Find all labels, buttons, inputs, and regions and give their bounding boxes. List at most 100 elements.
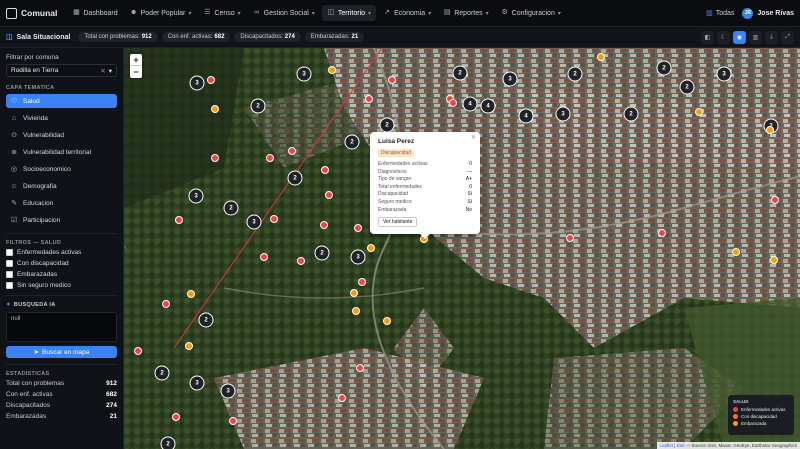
marker-enfermedad[interactable]: [365, 95, 373, 103]
marker-cluster[interactable]: 2: [656, 60, 672, 76]
filter-embarazadas[interactable]: Embarazadas: [6, 271, 117, 278]
marker-enfermedad[interactable]: [260, 253, 268, 261]
building-icon[interactable]: ▥: [749, 30, 762, 44]
marker-cluster[interactable]: 2: [287, 170, 303, 186]
marker-cluster[interactable]: 2: [154, 365, 170, 381]
marker-discapacidad[interactable]: [766, 126, 774, 134]
marker-cluster[interactable]: 2: [223, 200, 239, 216]
layer-socioeconomico[interactable]: ◎ Socioeconomico: [6, 162, 117, 176]
satellite-icon[interactable]: ◉: [733, 30, 746, 44]
marker-cluster[interactable]: 3: [189, 75, 205, 91]
marker-discapacidad[interactable]: [770, 256, 778, 264]
moon-icon[interactable]: ☾: [717, 30, 730, 44]
marker-enfermedad[interactable]: [266, 154, 274, 162]
layer-vulnerabilidad-territorial[interactable]: ≣ Vulnerabilidad territorial: [6, 145, 117, 159]
marker-cluster[interactable]: 3: [502, 71, 518, 87]
marker-enfermedad[interactable]: [320, 221, 328, 229]
marker-enfermedad[interactable]: [771, 196, 779, 204]
marker-enfermedad[interactable]: [658, 229, 666, 237]
marker-discapacidad[interactable]: [367, 244, 375, 252]
nav-gestion-social[interactable]: ∞ Gestion Social ▾: [248, 5, 320, 21]
zoom-out-button[interactable]: −: [130, 66, 142, 78]
marker-cluster[interactable]: 4: [480, 98, 496, 114]
layer-salud[interactable]: ♡ Salud: [6, 94, 117, 108]
marker-cluster[interactable]: 2: [379, 117, 395, 133]
marker-enfermedad[interactable]: [175, 216, 183, 224]
esri-link[interactable]: Esri: [677, 443, 685, 448]
nav-poder-popular[interactable]: ☻ Poder Popular ▾: [125, 5, 197, 21]
marker-discapacidad[interactable]: [185, 342, 193, 350]
clear-icon[interactable]: ✕: [100, 68, 105, 75]
scope-selector[interactable]: ▥ Todas: [706, 9, 734, 18]
close-icon[interactable]: ✕: [471, 134, 476, 141]
user-menu[interactable]: JR Jose Rivas: [742, 7, 794, 19]
collapse-sidebar-icon[interactable]: ‹: [124, 244, 126, 251]
nav-configuracion[interactable]: ⚙ Configuracion ▾: [496, 5, 566, 21]
marker-enfermedad[interactable]: [270, 215, 278, 223]
marker-discapacidad[interactable]: [187, 290, 195, 298]
marker-enfermedad[interactable]: [229, 417, 237, 425]
marker-enfermedad[interactable]: [449, 99, 457, 107]
marker-discapacidad[interactable]: [211, 105, 219, 113]
marker-cluster[interactable]: 3: [188, 188, 204, 204]
marker-discapacidad[interactable]: [695, 108, 703, 116]
marker-discapacidad[interactable]: [350, 289, 358, 297]
marker-discapacidad[interactable]: [328, 66, 336, 74]
marker-enfermedad[interactable]: [162, 300, 170, 308]
download-icon[interactable]: ⤓: [765, 30, 778, 44]
checkbox[interactable]: [6, 260, 13, 267]
filter-enfermedades[interactable]: Enfermedades activas: [6, 249, 117, 256]
marker-enfermedad[interactable]: [356, 364, 364, 372]
marker-enfermedad[interactable]: [566, 234, 574, 242]
nav-economia[interactable]: ↗ Economia ▾: [378, 5, 436, 21]
ia-search-input[interactable]: null: [6, 312, 117, 342]
filter-discapacidad[interactable]: Con discapacidad: [6, 260, 117, 267]
layer-vulnerabilidad[interactable]: ⊙ Vulnerabilidad: [6, 128, 117, 142]
checkbox[interactable]: [6, 282, 13, 289]
marker-cluster[interactable]: 2: [567, 66, 583, 82]
checkbox[interactable]: [6, 271, 13, 278]
layer-demografia[interactable]: ☺ Demografia: [6, 179, 117, 193]
marker-enfermedad[interactable]: [358, 278, 366, 286]
marker-discapacidad[interactable]: [383, 317, 391, 325]
marker-enfermedad[interactable]: [388, 76, 396, 84]
leaflet-link[interactable]: Leaflet: [660, 443, 674, 448]
marker-cluster[interactable]: 2: [250, 98, 266, 114]
marker-cluster[interactable]: 3: [220, 383, 236, 399]
marker-cluster[interactable]: 3: [189, 375, 205, 391]
marker-cluster[interactable]: 3: [296, 66, 312, 82]
nav-censo[interactable]: ☰ Censo ▾: [198, 5, 245, 21]
marker-cluster[interactable]: 3: [246, 214, 262, 230]
marker-discapacidad[interactable]: [732, 248, 740, 256]
marker-cluster[interactable]: 2: [314, 245, 330, 261]
view-resident-button[interactable]: Ver habitante: [378, 217, 418, 228]
marker-enfermedad[interactable]: [207, 76, 215, 84]
marker-cluster[interactable]: 2: [344, 134, 360, 150]
marker-cluster[interactable]: 2: [623, 106, 639, 122]
marker-cluster[interactable]: 4: [462, 96, 478, 112]
marker-enfermedad[interactable]: [288, 147, 296, 155]
marker-enfermedad[interactable]: [211, 154, 219, 162]
brand[interactable]: Comunal: [6, 7, 57, 19]
fullscreen-icon[interactable]: ⤢: [781, 30, 794, 44]
layer-educacion[interactable]: ✎ Educacion: [6, 196, 117, 210]
nav-territorio[interactable]: ◫ Territorio ▾: [321, 5, 377, 21]
marker-cluster[interactable]: 2: [452, 65, 468, 81]
marker-cluster[interactable]: 2: [160, 436, 176, 449]
marker-enfermedad[interactable]: [338, 394, 346, 402]
marker-discapacidad[interactable]: [597, 53, 605, 61]
nav-dashboard[interactable]: ▦ Dashboard: [67, 5, 122, 21]
layer-participacion[interactable]: ☑ Participacion: [6, 213, 117, 227]
marker-enfermedad[interactable]: [354, 224, 362, 232]
marker-cluster[interactable]: 2: [198, 312, 214, 328]
layer-vivienda[interactable]: ⌂ Vivienda: [6, 111, 117, 125]
zoom-in-button[interactable]: +: [130, 54, 142, 66]
marker-cluster[interactable]: 3: [555, 106, 571, 122]
marker-cluster[interactable]: 3: [350, 249, 366, 265]
marker-enfermedad[interactable]: [297, 257, 305, 265]
marker-enfermedad[interactable]: [134, 347, 142, 355]
marker-cluster[interactable]: 4: [518, 108, 534, 124]
checkbox[interactable]: [6, 249, 13, 256]
marker-enfermedad[interactable]: [325, 191, 333, 199]
nav-reportes[interactable]: ▤ Reportes ▾: [438, 5, 493, 21]
